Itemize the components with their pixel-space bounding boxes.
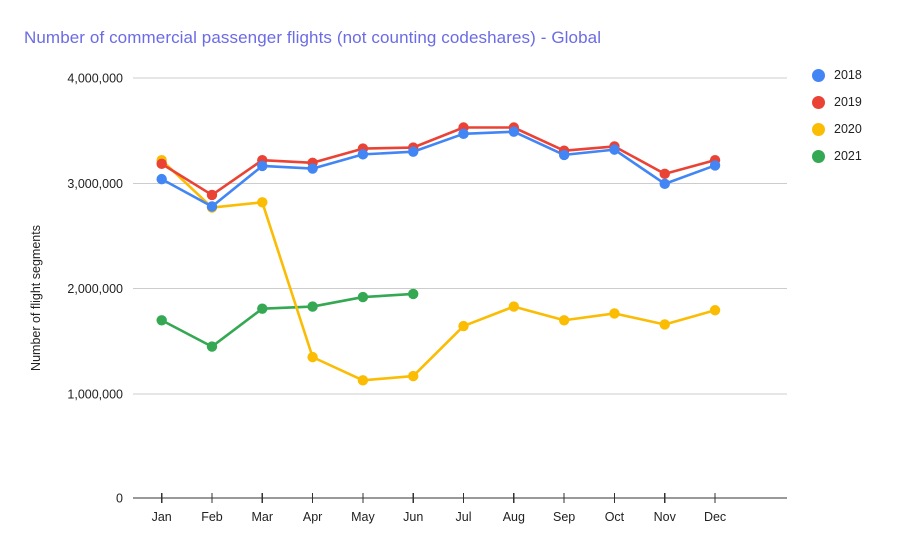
legend-item-label: 2019 xyxy=(834,95,862,110)
data-point-2019-Nov xyxy=(659,168,670,180)
data-point-2020-Jun xyxy=(408,370,419,382)
y-axis-tick-label: 3,000,000 xyxy=(67,177,123,191)
data-point-2018-Feb xyxy=(206,201,218,212)
x-axis-tick-label: Dec xyxy=(704,510,726,524)
legend-item-label: 2021 xyxy=(834,149,862,164)
x-axis-tick-label: Apr xyxy=(303,510,322,524)
y-axis-tick-label: 4,000,000 xyxy=(67,72,123,86)
series-line-2021 xyxy=(160,292,415,348)
chart-container: Number of commercial passenger flights (… xyxy=(0,0,899,556)
data-point-2018-Mar xyxy=(257,160,268,172)
data-point-2020-Dec xyxy=(709,305,721,316)
data-point-2019-Feb xyxy=(206,189,218,201)
data-point-2018-Jan xyxy=(156,173,167,185)
x-axis-tick-label: Jun xyxy=(403,510,423,524)
data-point-2018-Apr xyxy=(307,163,318,174)
x-axis-tick-label: Aug xyxy=(503,510,525,524)
y-axis-tick-label: 2,000,000 xyxy=(67,282,123,296)
legend-item-label: 2018 xyxy=(834,68,862,83)
legend-item-2018[interactable]: 2018 xyxy=(812,62,892,89)
legend-swatch-icon xyxy=(812,69,825,82)
legend-swatch-icon xyxy=(812,150,825,163)
data-point-2021-Apr xyxy=(307,301,318,312)
data-point-2021-Jun xyxy=(408,288,419,300)
x-axis-tick-label: Nov xyxy=(654,510,677,524)
data-point-2018-Jun xyxy=(408,146,419,157)
data-point-2020-Aug xyxy=(508,301,520,312)
data-point-2020-Oct xyxy=(609,308,620,319)
legend-swatch-icon xyxy=(812,96,825,109)
data-point-2018-Oct xyxy=(609,144,620,155)
data-point-2021-Jan xyxy=(156,315,167,326)
data-point-2018-Nov xyxy=(659,178,670,190)
data-point-2018-May xyxy=(357,149,369,160)
x-axis-tick-label: Oct xyxy=(605,510,625,524)
legend-item-2019[interactable]: 2019 xyxy=(812,89,892,116)
legend-item-2020[interactable]: 2020 xyxy=(812,116,892,143)
chart-legend: 2018 2019 2020 2021 xyxy=(812,62,892,170)
x-axis-tick-label: Jan xyxy=(152,510,172,524)
data-point-2021-Feb xyxy=(206,341,218,352)
y-axis-tick-label: 1,000,000 xyxy=(67,388,123,402)
data-point-2020-Sep xyxy=(558,315,570,326)
data-point-2020-Mar xyxy=(257,197,268,208)
data-point-2020-Jul xyxy=(458,320,469,332)
data-point-2018-Jul xyxy=(458,128,469,140)
data-point-2020-Nov xyxy=(659,319,670,330)
legend-swatch-icon xyxy=(812,123,825,136)
legend-item-2021[interactable]: 2021 xyxy=(812,143,892,170)
x-axis-tick-label: Feb xyxy=(201,510,223,524)
data-point-2018-Aug xyxy=(508,126,520,137)
data-point-2018-Dec xyxy=(709,160,721,171)
series-line-2020 xyxy=(160,158,717,382)
y-axis-tick-label: 0 xyxy=(116,492,123,506)
series-line-2018 xyxy=(160,130,717,208)
data-point-2021-Mar xyxy=(257,303,268,314)
x-axis-tick-label: Sep xyxy=(553,510,575,524)
x-axis-tick-label: Jul xyxy=(456,510,472,524)
x-axis-tick-label: May xyxy=(351,510,375,524)
legend-item-label: 2020 xyxy=(834,122,862,137)
y-axis-title: Number of flight segments xyxy=(29,225,43,371)
plot-area: 0 1,000,000 2,000,000 3,000,000 4,000,000 Jan… xyxy=(29,72,787,524)
data-point-2020-May xyxy=(357,375,369,386)
data-point-2019-Jan xyxy=(156,158,167,170)
data-point-2018-Sep xyxy=(558,149,570,161)
data-point-2020-Apr xyxy=(307,351,318,363)
x-axis-tick-label: Mar xyxy=(252,510,274,524)
data-point-2021-May xyxy=(357,291,369,303)
